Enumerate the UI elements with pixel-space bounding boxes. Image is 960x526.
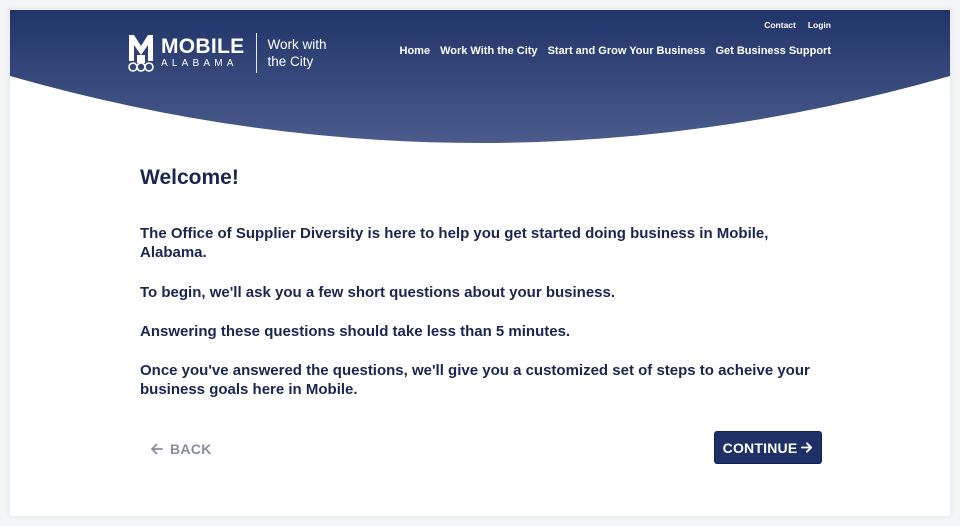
back-button[interactable]: BACK bbox=[150, 438, 212, 460]
logo-wordmark: MOBILE ALABAMA bbox=[161, 36, 244, 70]
intro-paragraph: The Office of Supplier Diversity is here… bbox=[140, 225, 769, 261]
logo-city-name: MOBILE bbox=[161, 35, 245, 58]
page-title: Welcome! bbox=[140, 166, 239, 189]
header-wave-background bbox=[10, 10, 950, 143]
begin-paragraph: To begin, we'll ask you a few short ques… bbox=[140, 284, 616, 301]
arrow-left-icon bbox=[151, 443, 163, 455]
nav-link-home[interactable]: Home bbox=[400, 45, 431, 57]
nav-link-start-grow-business[interactable]: Start and Grow Your Business bbox=[548, 45, 706, 57]
nav-link-login[interactable]: Login bbox=[808, 20, 831, 30]
continue-button-label: CONTINUE bbox=[722, 439, 798, 456]
continue-button[interactable]: CONTINUE bbox=[714, 431, 822, 464]
time-paragraph: Answering these questions should take le… bbox=[140, 323, 571, 340]
site-logo[interactable]: MOBILE ALABAMA Work with the City bbox=[128, 32, 347, 74]
welcome-content: Welcome! The Office of Supplier Diversit… bbox=[140, 166, 820, 398]
back-button-label: BACK bbox=[170, 441, 212, 457]
arrow-right-icon bbox=[801, 442, 813, 453]
utility-nav: Contact Login bbox=[764, 20, 831, 30]
logo-divider bbox=[256, 33, 258, 73]
nav-link-work-with-city[interactable]: Work With the City bbox=[440, 45, 537, 57]
nav-link-business-support[interactable]: Get Business Support bbox=[715, 45, 831, 57]
logo-tagline: Work with the City bbox=[267, 37, 327, 69]
nav-link-contact[interactable]: Contact bbox=[764, 20, 796, 30]
mobile-logo-mark-icon bbox=[128, 35, 154, 72]
site-header: MOBILE ALABAMA Work with the City Contac… bbox=[10, 10, 950, 150]
page-frame: MOBILE ALABAMA Work with the City Contac… bbox=[10, 10, 950, 516]
main-nav: Home Work With the City Start and Grow Y… bbox=[400, 45, 831, 57]
outcome-paragraph: Once you've answered the questions, we'l… bbox=[140, 362, 810, 398]
logo-state-name: ALABAMA bbox=[161, 58, 238, 69]
